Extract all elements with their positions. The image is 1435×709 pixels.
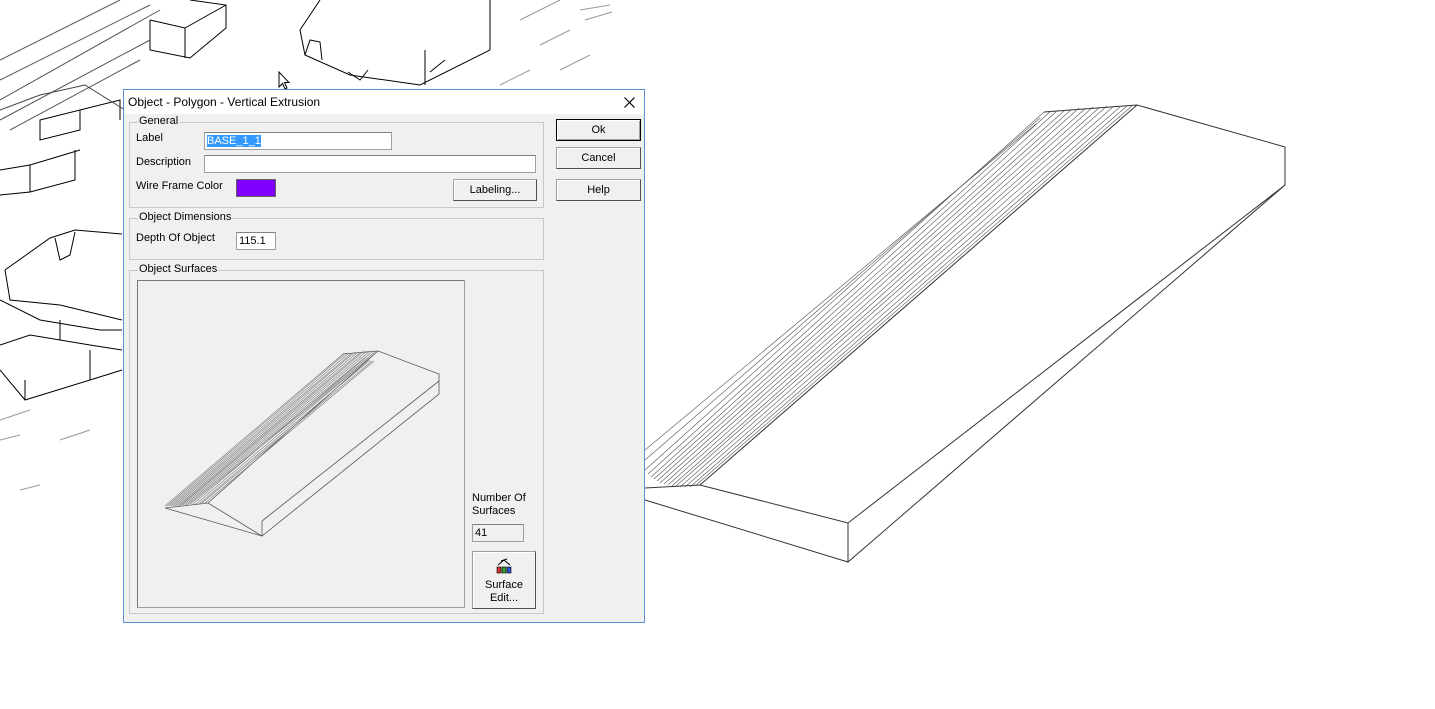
cancel-button[interactable]: Cancel: [556, 147, 641, 169]
description-caption: Description: [136, 156, 192, 168]
surface-edit-label-line2: Edit...: [489, 592, 519, 604]
label-field[interactable]: BASE_1_1: [204, 132, 392, 150]
number-of-surfaces-caption-line1: Number Of: [472, 492, 526, 504]
label-caption: Label: [136, 132, 163, 144]
extrusion-preview-drawing: [164, 350, 440, 537]
object-dimensions-title: Object Dimensions: [138, 211, 233, 223]
labeling-button[interactable]: Labeling...: [453, 179, 537, 201]
depth-field[interactable]: 115.1: [236, 232, 276, 250]
dialog-title: Object - Polygon - Vertical Extrusion: [128, 95, 321, 109]
general-group-title: General: [138, 115, 180, 127]
surface-edit-icon: [496, 558, 512, 574]
vertical-extrusion-dialog: Object - Polygon - Vertical Extrusion Ge…: [123, 89, 645, 623]
number-of-surfaces-caption-line2: Surfaces: [472, 505, 516, 517]
dialog-titlebar[interactable]: Object - Polygon - Vertical Extrusion: [124, 90, 644, 114]
description-field[interactable]: [204, 155, 536, 173]
ok-button[interactable]: Ok: [556, 119, 641, 141]
label-field-value: BASE_1_1: [207, 135, 261, 147]
surface-edit-label-line1: Surface: [485, 579, 523, 591]
wire-frame-color-caption: Wire Frame Color: [136, 180, 223, 192]
surface-preview[interactable]: [137, 280, 465, 608]
wire-frame-color-swatch[interactable]: [236, 179, 276, 197]
close-icon: [623, 96, 635, 108]
number-of-surfaces-field: 41: [472, 524, 524, 542]
close-button[interactable]: [614, 90, 644, 114]
object-surfaces-title: Object Surfaces: [138, 263, 219, 275]
surface-edit-button[interactable]: Surface Edit...: [472, 551, 536, 609]
help-button[interactable]: Help: [556, 179, 641, 201]
depth-caption: Depth Of Object: [136, 232, 215, 244]
number-of-surfaces-caption: Number Of Surfaces: [472, 492, 526, 518]
